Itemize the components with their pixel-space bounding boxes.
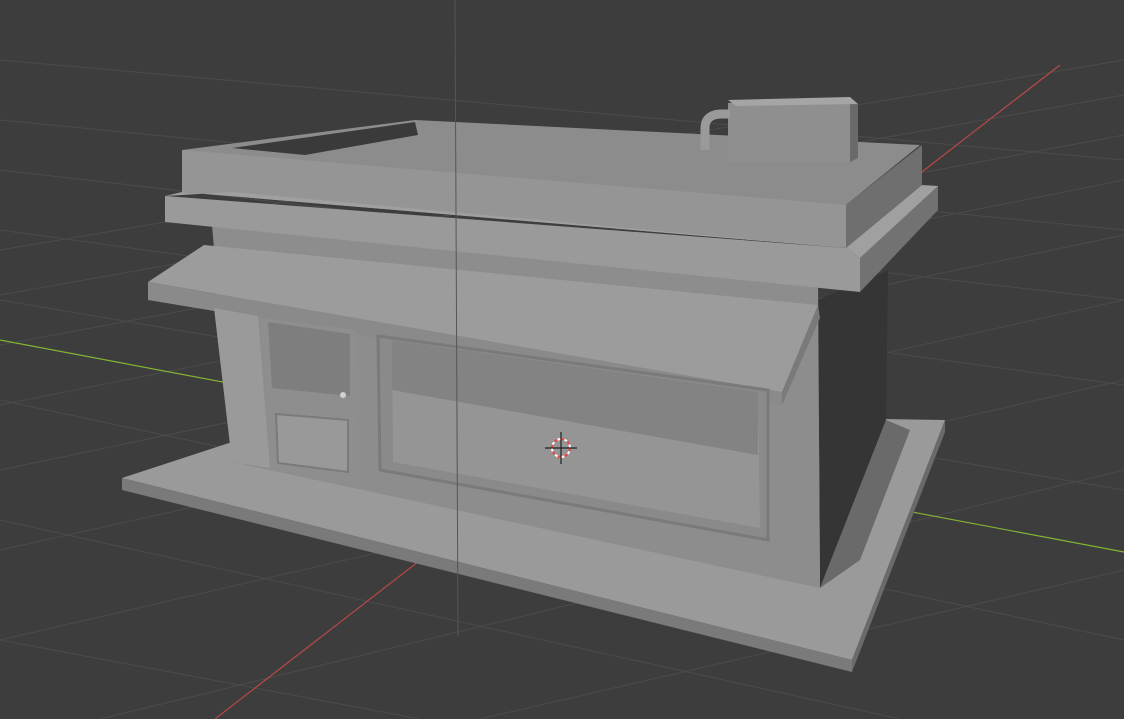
front-door[interactable] [262, 318, 358, 487]
3d-viewport[interactable] [0, 0, 1124, 719]
viewport-canvas[interactable] [0, 0, 1124, 719]
door-knob-icon [340, 392, 346, 398]
